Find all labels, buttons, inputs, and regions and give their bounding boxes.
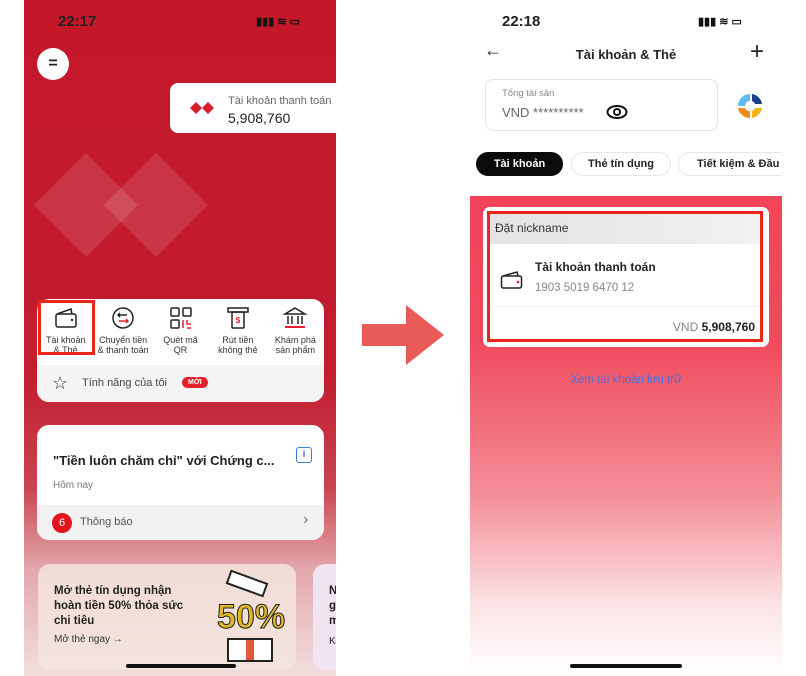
promo-text: Kł: [329, 636, 336, 647]
total-assets-box: Tổng tài sản VND **********: [485, 79, 718, 131]
atm-icon: $: [227, 307, 249, 329]
tab-credit-cards[interactable]: Thẻ tín dụng: [571, 152, 671, 176]
promo-text: hoàn tiền 50% thỏa sức: [54, 600, 184, 612]
quick-action-1[interactable]: Chuyển tiền & thanh toán: [94, 305, 151, 365]
news-date: Hôm nay: [53, 480, 94, 491]
quick-action-4[interactable]: Khám phá sản phẩm: [267, 305, 324, 365]
asset-chart-icon[interactable]: [736, 92, 764, 120]
gift-graphic: 50%: [213, 569, 288, 664]
info-icon[interactable]: i: [296, 447, 312, 463]
account-summary-balance: 5,908,760: [228, 110, 291, 126]
account-summary-card[interactable]: Tài khoản thanh toán 5,908,760: [170, 83, 336, 133]
quick-action-label: Rút tiền: [222, 335, 254, 345]
status-time: 22:18: [502, 13, 541, 30]
bank-logo-icon: [190, 102, 214, 114]
eye-icon[interactable]: [606, 104, 628, 120]
home-indicator: [570, 664, 682, 668]
bank-icon: [282, 307, 309, 328]
page-title: Tài khoản & Thẻ: [575, 47, 677, 62]
quick-action-label: QR: [173, 345, 188, 355]
highlight-box: [38, 300, 95, 355]
quick-action-2[interactable]: Quét mã QR: [152, 305, 209, 365]
new-badge: MỚI: [182, 377, 208, 388]
news-card[interactable]: "Tiền luôn chăm chỉ" với Chứng c... i Hô…: [37, 425, 324, 540]
total-assets-label: Tổng tài sản: [502, 88, 555, 99]
total-assets-value: VND **********: [502, 105, 584, 120]
promo-text: Mở thẻ tín dụng nhận: [54, 585, 172, 597]
news-title: "Tiền luôn chăm chỉ" với Chứng c...: [53, 453, 275, 468]
my-features-label: Tính năng của tôi: [82, 377, 168, 389]
status-icons: ▮▮▮ ≋ ▭: [256, 16, 300, 28]
transfer-icon: [112, 307, 134, 329]
my-features-row[interactable]: ☆ Tính năng của tôi MỚI: [37, 365, 324, 402]
menu-icon: =: [48, 55, 58, 72]
tab-accounts[interactable]: Tài khoản: [476, 152, 563, 176]
qr-icon: [169, 307, 192, 329]
account-summary-label: Tài khoản thanh toán: [228, 95, 332, 107]
notifications-label: Thông báo: [80, 516, 133, 528]
promo-text: g: [329, 600, 336, 612]
chevron-right-icon: ›: [303, 511, 309, 528]
highlight-box: [487, 211, 763, 342]
quick-action-label: Khám phá: [274, 335, 316, 345]
promo-card-2[interactable]: N g m Kł: [313, 564, 336, 670]
home-screen: 22:17 ▮▮▮ ≋ ▭ = Tài khoản thanh toán 5,9…: [24, 0, 336, 676]
status-icons: ▮▮▮ ≋ ▭: [698, 16, 742, 28]
accounts-cards-screen: 22:18 ▮▮▮ ≋ ▭ ← Tài khoản & Thẻ + Tổng t…: [470, 0, 782, 676]
promo-text: m: [329, 615, 336, 627]
promo-card[interactable]: Mở thẻ tín dụng nhận hoàn tiền 50% thỏa …: [38, 564, 296, 670]
quick-action-label: & thanh toán: [97, 345, 149, 355]
menu-button[interactable]: =: [37, 48, 69, 80]
notifications-row[interactable]: 6 Thông báo ›: [37, 505, 324, 540]
quick-action-label: Chuyển tiền: [99, 335, 148, 345]
quick-action-label: sản phẩm: [275, 345, 316, 355]
promo-text: N: [329, 585, 336, 597]
view-archived-accounts-link[interactable]: Xem tài khoản lưu trữ: [470, 374, 782, 386]
promo-text: chi tiêu: [54, 615, 95, 627]
quick-action-label: Quét mã: [163, 335, 198, 345]
status-time: 22:17: [58, 13, 97, 30]
quick-action-label: không thẻ: [218, 345, 258, 355]
promo-cta-link[interactable]: Mở thẻ ngay →: [54, 634, 123, 645]
tab-savings-investment[interactable]: Tiết kiệm & Đầu t: [678, 152, 782, 176]
arrow-right-icon: [362, 305, 444, 365]
star-icon: ☆: [52, 373, 69, 393]
notification-count-badge: 6: [52, 513, 72, 533]
svg-text:$: $: [236, 316, 241, 325]
brand-watermark: [34, 153, 208, 257]
quick-action-3[interactable]: $ Rút tiền không thẻ: [209, 305, 266, 365]
home-indicator: [126, 664, 236, 668]
add-icon[interactable]: +: [750, 38, 764, 66]
